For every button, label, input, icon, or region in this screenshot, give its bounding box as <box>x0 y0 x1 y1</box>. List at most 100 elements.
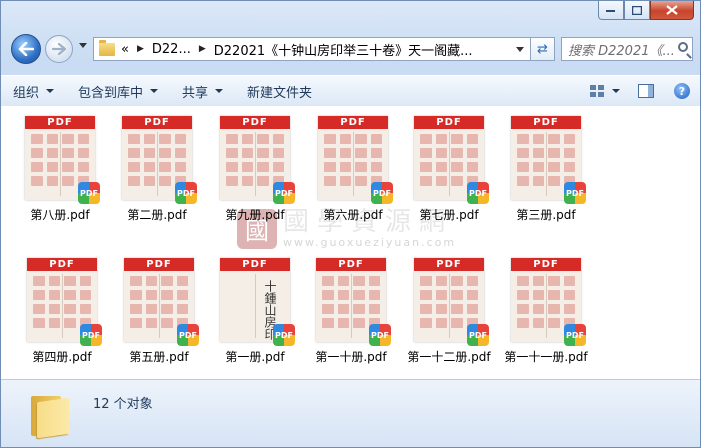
file-item[interactable]: PDF PDF 第七册.pdf <box>399 116 499 223</box>
pdf-app-icon: PDF <box>175 182 197 204</box>
chevron-down-icon <box>150 89 159 93</box>
file-item[interactable]: PDF PDF 第一十册.pdf <box>301 258 401 365</box>
pdf-app-icon: PDF <box>467 182 489 204</box>
pdf-app-icon: PDF <box>80 324 102 346</box>
file-item[interactable]: PDF PDF 第九册.pdf <box>205 116 305 223</box>
pdf-thumbnail: PDF PDF <box>414 258 489 346</box>
new-folder-button[interactable]: 新建文件夹 <box>235 76 324 106</box>
pdf-app-icon: PDF <box>564 182 586 204</box>
file-name: 第七册.pdf <box>419 208 479 222</box>
pdf-thumbnail: PDF PDF <box>25 116 100 204</box>
close-icon <box>666 5 678 15</box>
breadcrumb-current[interactable]: D22021《十钟山房印举三十卷》天一阁藏... <box>214 40 473 59</box>
file-item[interactable]: PDF PDF 第二册.pdf <box>107 116 207 223</box>
pdf-app-icon: PDF <box>78 182 100 204</box>
pdf-banner: PDF <box>122 116 192 129</box>
view-grid-icon <box>590 85 604 97</box>
forward-button[interactable] <box>45 35 73 63</box>
file-item[interactable]: PDF 十鍾山房印 PDF 第一册.pdf <box>205 258 305 365</box>
pdf-banner: PDF <box>220 258 290 271</box>
refresh-button[interactable]: ⇄ <box>531 37 555 61</box>
file-item[interactable]: PDF PDF 第五册.pdf <box>109 258 209 365</box>
file-item[interactable]: PDF PDF 第三册.pdf <box>496 116 596 223</box>
pdf-thumbnail: PDF PDF <box>27 258 102 346</box>
pdf-banner: PDF <box>511 258 581 271</box>
search-input[interactable]: 搜索 D22021《... <box>561 37 693 61</box>
new-folder-label: 新建文件夹 <box>247 85 313 101</box>
pdf-thumbnail: PDF PDF <box>318 116 393 204</box>
pdf-app-icon: PDF <box>273 182 295 204</box>
folder-icon <box>99 39 115 56</box>
file-item[interactable]: PDF PDF 第一十二册.pdf <box>399 258 499 365</box>
organize-label: 组织 <box>13 85 40 101</box>
search-icon <box>678 42 688 52</box>
breadcrumb-overflow[interactable]: « <box>121 42 129 57</box>
chevron-down-icon <box>46 89 55 93</box>
file-name: 第九册.pdf <box>225 208 285 222</box>
file-item[interactable]: PDF PDF 第八册.pdf <box>10 116 110 223</box>
pdf-thumbnail: PDF PDF <box>316 258 391 346</box>
explorer-window: « ▶ D22... ▶ D22021《十钟山房印举三十卷》天一阁藏... ⇄ … <box>0 0 701 448</box>
file-name: 第二册.pdf <box>127 208 187 222</box>
file-item[interactable]: PDF PDF 第六册.pdf <box>303 116 403 223</box>
close-button[interactable] <box>650 1 694 20</box>
recent-pages-dropdown[interactable] <box>79 43 87 48</box>
organize-menu[interactable]: 组织 <box>1 76 66 106</box>
maximize-button[interactable] <box>624 1 650 20</box>
pdf-banner: PDF <box>316 258 386 271</box>
file-name: 第一十二册.pdf <box>407 350 491 364</box>
breadcrumb-parent[interactable]: D22... <box>152 42 191 57</box>
minimize-button[interactable] <box>598 1 624 20</box>
file-name: 第八册.pdf <box>30 208 90 222</box>
pdf-app-icon: PDF <box>177 324 199 346</box>
breadcrumb-separator-icon[interactable]: ▶ <box>199 44 206 54</box>
refresh-icon: ⇄ <box>537 41 548 57</box>
pdf-thumbnail: PDF PDF <box>511 116 586 204</box>
preview-pane-button[interactable] <box>638 84 654 98</box>
caption-buttons <box>598 1 694 20</box>
file-name: 第四册.pdf <box>32 350 92 364</box>
pdf-banner: PDF <box>511 116 581 129</box>
address-bar[interactable]: « ▶ D22... ▶ D22021《十钟山房印举三十卷》天一阁藏... <box>93 37 531 61</box>
watermark-url: www.guoxueziyuan.com <box>283 236 457 249</box>
pdf-banner: PDF <box>220 116 290 129</box>
help-icon: ? <box>678 84 686 98</box>
help-button[interactable]: ? <box>674 83 690 99</box>
file-name: 第三册.pdf <box>516 208 576 222</box>
file-name: 第六册.pdf <box>323 208 383 222</box>
navigation-bar: « ▶ D22... ▶ D22021《十钟山房印举三十卷》天一阁藏... ⇄ … <box>9 31 693 69</box>
share-label: 共享 <box>182 85 209 101</box>
include-library-label: 包含到库中 <box>78 85 144 101</box>
share-menu[interactable]: 共享 <box>170 76 235 106</box>
file-list[interactable]: 國 國學資源網 www.guoxueziyuan.com PDF PDF 第八册… <box>1 106 700 379</box>
file-item[interactable]: PDF PDF 第四册.pdf <box>12 258 112 365</box>
minimize-icon <box>606 10 615 12</box>
include-in-library-menu[interactable]: 包含到库中 <box>66 76 170 106</box>
pdf-app-icon: PDF <box>273 324 295 346</box>
pdf-thumbnail: PDF PDF <box>220 116 295 204</box>
pdf-app-icon: PDF <box>564 324 586 346</box>
pdf-app-icon: PDF <box>371 182 393 204</box>
file-item[interactable]: PDF PDF 第一十一册.pdf <box>496 258 596 365</box>
file-name: 第一十一册.pdf <box>504 350 588 364</box>
pdf-thumbnail: PDF PDF <box>122 116 197 204</box>
pdf-banner: PDF <box>414 116 484 129</box>
pdf-app-icon: PDF <box>369 324 391 346</box>
chevron-down-icon <box>215 89 224 93</box>
command-bar: 组织 包含到库中 共享 新建文件夹 ? <box>1 75 700 107</box>
pdf-banner: PDF <box>25 116 95 129</box>
pdf-thumbnail: PDF PDF <box>414 116 489 204</box>
breadcrumb-separator-icon[interactable]: ▶ <box>137 44 144 54</box>
search-placeholder: 搜索 D22021《... <box>568 43 675 59</box>
pdf-banner: PDF <box>27 258 97 271</box>
forward-arrow-icon <box>52 43 66 55</box>
pdf-app-icon: PDF <box>467 324 489 346</box>
folder-icon <box>29 392 71 439</box>
change-view-button[interactable] <box>590 85 620 97</box>
back-button[interactable] <box>11 34 41 64</box>
pdf-thumbnail: PDF PDF <box>124 258 199 346</box>
back-arrow-icon <box>18 42 34 56</box>
pdf-banner: PDF <box>414 258 484 271</box>
address-dropdown-icon[interactable] <box>516 46 524 52</box>
pdf-thumbnail: PDF PDF <box>511 258 586 346</box>
